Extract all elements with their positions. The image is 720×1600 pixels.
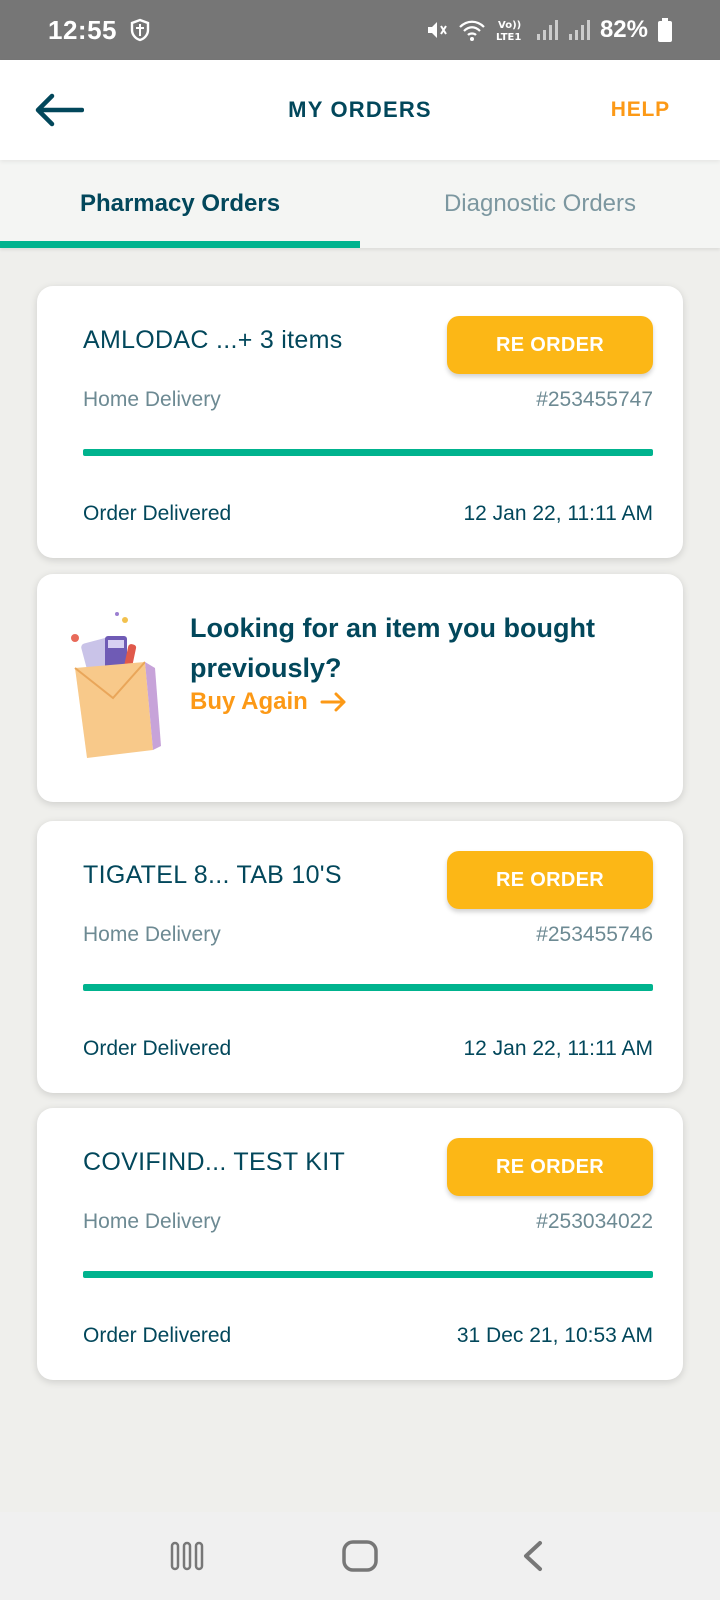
order-card[interactable]: TIGATEL 8... TAB 10'S RE ORDER Home Deli…: [37, 821, 683, 1093]
back-button[interactable]: [34, 90, 86, 130]
order-progress-bar: [83, 984, 653, 991]
buy-again-link[interactable]: Buy Again: [190, 688, 348, 716]
back-icon: [524, 1541, 543, 1571]
delivery-type: Home Delivery: [83, 388, 221, 411]
back-arrow-icon: [35, 93, 84, 127]
back-nav-button[interactable]: [503, 1526, 563, 1586]
recent-apps-icon: [170, 1541, 203, 1571]
shield-icon: [129, 18, 151, 42]
signal-icon: [568, 19, 590, 41]
system-nav-bar: [0, 1512, 720, 1600]
volte-icon: Vo)) LTE1: [496, 17, 526, 43]
promo-title: Looking for an item you bought previousl…: [190, 613, 595, 683]
svg-text:Vo)): Vo)): [498, 20, 521, 31]
arrow-right-icon: [320, 692, 346, 712]
wifi-icon: [458, 18, 486, 42]
tab-pharmacy-orders[interactable]: Pharmacy Orders: [0, 160, 360, 248]
order-card[interactable]: COVIFIND... TEST KIT RE ORDER Home Deliv…: [37, 1108, 683, 1380]
order-title: COVIFIND... TEST KIT: [83, 1148, 346, 1176]
tab-diagnostic-orders[interactable]: Diagnostic Orders: [360, 160, 720, 248]
status-bar: 12:55 Vo)) LTE1 82%: [0, 0, 720, 60]
home-icon: [342, 1540, 378, 1572]
app-header: MY ORDERS HELP: [0, 60, 720, 160]
order-title: AMLODAC ...+ 3 items: [83, 326, 343, 354]
home-button[interactable]: [330, 1526, 390, 1586]
order-status: Order Delivered: [83, 1324, 232, 1347]
reorder-button[interactable]: RE ORDER: [447, 316, 653, 374]
status-right: Vo)) LTE1 82%: [424, 16, 672, 44]
status-time: 12:55: [48, 14, 117, 45]
recent-apps-button[interactable]: [157, 1526, 217, 1586]
mute-icon: [424, 18, 448, 42]
order-id: #253455746: [536, 923, 653, 946]
order-id: #253455747: [536, 388, 653, 411]
reorder-button[interactable]: RE ORDER: [447, 851, 653, 909]
order-date: 12 Jan 22, 11:11 AM: [463, 502, 653, 525]
order-date: 31 Dec 21, 10:53 AM: [456, 1324, 653, 1347]
delivery-type: Home Delivery: [83, 1210, 221, 1233]
status-left: 12:55: [48, 15, 151, 46]
battery-icon: [658, 18, 672, 42]
signal-icon: [536, 19, 558, 41]
order-status: Order Delivered: [83, 1037, 232, 1060]
battery-percent: 82%: [599, 16, 648, 43]
page-title: MY ORDERS: [288, 97, 432, 122]
order-progress-bar: [83, 1271, 653, 1278]
order-date: 12 Jan 22, 11:11 AM: [463, 1037, 653, 1060]
order-tabs: Pharmacy Orders Diagnostic Orders: [0, 160, 720, 248]
order-title: TIGATEL 8... TAB 10'S: [83, 861, 342, 889]
medicine-bag-icon: [65, 610, 161, 760]
order-card[interactable]: AMLODAC ...+ 3 items RE ORDER Home Deliv…: [37, 286, 683, 558]
svg-text:LTE1: LTE1: [496, 32, 521, 43]
reorder-button[interactable]: RE ORDER: [447, 1138, 653, 1196]
buy-again-card[interactable]: Looking for an item you bought previousl…: [37, 574, 683, 802]
buy-again-label: Buy Again: [190, 688, 308, 715]
order-id: #253034022: [536, 1210, 653, 1233]
order-progress-bar: [83, 449, 653, 456]
delivery-type: Home Delivery: [83, 923, 221, 946]
order-status: Order Delivered: [83, 502, 232, 525]
help-link[interactable]: HELP: [611, 98, 670, 122]
